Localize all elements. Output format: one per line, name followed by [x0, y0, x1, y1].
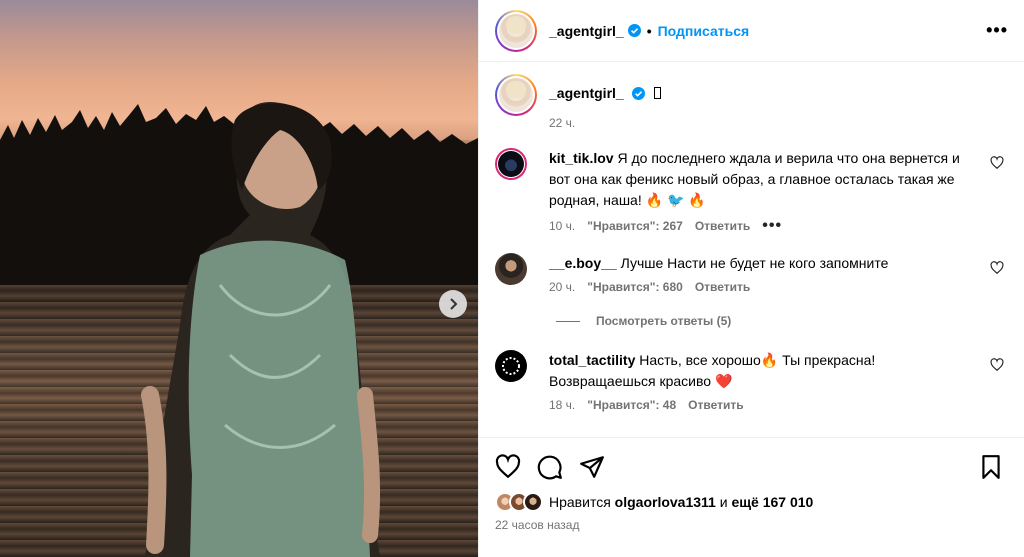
- heart-icon[interactable]: [990, 358, 1004, 372]
- comment-likes[interactable]: "Нравится": 680: [587, 280, 683, 294]
- separator-dot: •: [646, 22, 652, 39]
- unrendered-glyph-icon: [654, 87, 662, 99]
- caption: _agentgirl_ 22 ч.: [495, 74, 1008, 130]
- heart-icon[interactable]: [990, 261, 1004, 275]
- comment-username[interactable]: __e.boy__: [549, 255, 617, 271]
- comment-avatar[interactable]: [495, 148, 527, 180]
- caption-time[interactable]: 22 ч.: [549, 116, 661, 130]
- post-media[interactable]: [0, 0, 478, 557]
- comment-item: total_tactility Насть, все хорошо🔥 Ты пр…: [495, 350, 1008, 412]
- view-replies-label: Посмотреть ответы (5): [596, 314, 732, 328]
- woman-figure: [141, 101, 381, 557]
- comment-text: Лучше Насти не будет не кого запомните: [620, 255, 889, 271]
- comment-time[interactable]: 20 ч.: [549, 280, 575, 294]
- verified-icon: [627, 24, 641, 37]
- comment-likes[interactable]: "Нравится": 48: [587, 398, 676, 412]
- reply-button[interactable]: Ответить: [688, 398, 743, 412]
- post-sidebar: _agentgirl_ • Подписаться ••• _agentgirl…: [478, 0, 1024, 557]
- comment-more-icon[interactable]: •••: [762, 217, 782, 235]
- verified-icon: [631, 87, 645, 100]
- caption-author-avatar[interactable]: [495, 74, 537, 116]
- liker-avatars: [495, 492, 543, 512]
- comment-item: __e.boy__ Лучше Насти не будет не кого з…: [495, 253, 1008, 294]
- comment-likes[interactable]: "Нравится": 267: [587, 219, 683, 233]
- caption-author[interactable]: _agentgirl_: [549, 85, 624, 101]
- heart-icon[interactable]: [990, 156, 1004, 170]
- comments-section[interactable]: _agentgirl_ 22 ч. kit_tik.lov Я до после…: [479, 62, 1024, 437]
- comment-username[interactable]: total_tactility: [549, 352, 635, 368]
- likes-conjunction: и: [719, 494, 728, 510]
- likes-prefix: Нравится: [549, 494, 611, 510]
- post-actions: Нравится olgaorlova1311 и ещё 167 010 22…: [479, 437, 1024, 557]
- comment-time[interactable]: 10 ч.: [549, 219, 575, 233]
- reply-button[interactable]: Ответить: [695, 280, 750, 294]
- loading-ring-icon: [502, 357, 520, 375]
- comment-time[interactable]: 18 ч.: [549, 398, 575, 412]
- comment-icon[interactable]: [537, 454, 563, 480]
- reply-button[interactable]: Ответить: [695, 219, 750, 233]
- comment-avatar[interactable]: [495, 350, 527, 382]
- follow-button[interactable]: Подписаться: [658, 23, 750, 39]
- posted-time[interactable]: 22 часов назад: [495, 518, 1008, 532]
- like-heart-icon[interactable]: [495, 454, 521, 480]
- author-avatar[interactable]: [495, 9, 537, 52]
- next-image-button[interactable]: [439, 290, 467, 318]
- share-icon[interactable]: [579, 454, 605, 480]
- comment-avatar[interactable]: [495, 253, 527, 285]
- likes-count[interactable]: ещё 167 010: [731, 494, 813, 510]
- bookmark-icon[interactable]: [978, 454, 1004, 480]
- post-header: _agentgirl_ • Подписаться •••: [479, 0, 1024, 62]
- author-username[interactable]: _agentgirl_: [549, 23, 624, 39]
- chevron-right-icon: [450, 298, 458, 310]
- likes-summary: Нравится olgaorlova1311 и ещё 167 010: [495, 492, 1008, 512]
- comment-username[interactable]: kit_tik.lov: [549, 150, 614, 166]
- replies-divider-line: [556, 320, 580, 322]
- view-replies-button[interactable]: Посмотреть ответы (5): [556, 314, 1008, 328]
- more-icon[interactable]: •••: [986, 20, 1008, 41]
- comment-item: kit_tik.lov Я до последнего ждала и вери…: [495, 148, 1008, 235]
- liker-username[interactable]: olgaorlova1311: [615, 494, 716, 510]
